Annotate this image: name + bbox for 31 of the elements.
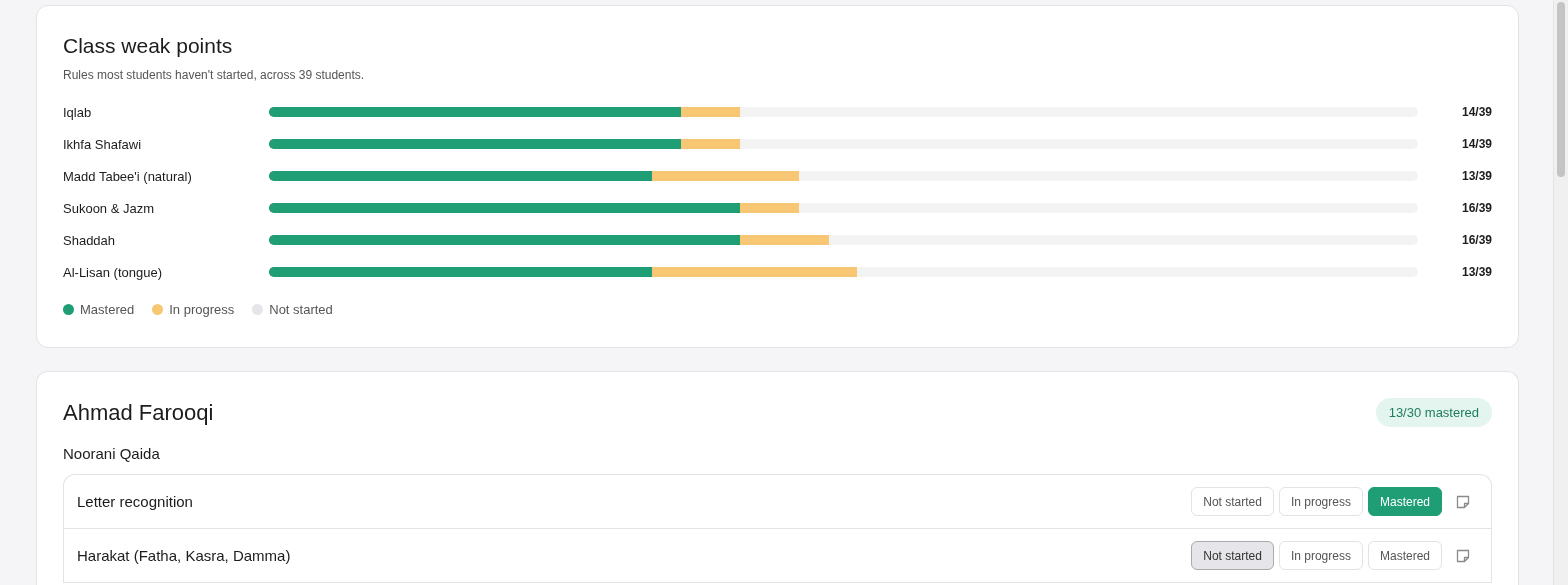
rule-count: 16/39 [1460, 201, 1492, 215]
note-icon[interactable] [1455, 493, 1471, 510]
legend-label: Not started [269, 302, 333, 317]
rule-name: Iqlab [63, 104, 93, 120]
rule-name: Madd Tabee'i (natural) [63, 168, 193, 184]
status-button[interactable]: Not started [1191, 541, 1274, 570]
rule-count: 14/39 [1460, 105, 1492, 119]
rule-count: 13/39 [1460, 169, 1492, 183]
rule-name: Al-Lisan (tongue) [63, 264, 163, 280]
status-button[interactable]: Mastered [1367, 541, 1442, 570]
legend-label: In progress [169, 302, 235, 317]
rule-count: 14/39 [1460, 137, 1492, 151]
card-subtitle: Rules most students haven't started, across 39 students. [63, 68, 366, 82]
rule-name: Shaddah [63, 232, 117, 248]
status-button[interactable]: In progress [1278, 541, 1363, 570]
note-icon[interactable] [1455, 547, 1471, 564]
rule-count: 16/39 [1460, 233, 1492, 247]
rule-name: Ikhfa Shafawi [63, 136, 143, 152]
rule-count: 13/39 [1460, 265, 1492, 279]
student-name: Ahmad Farooqi [63, 399, 214, 426]
mastered-badge: 13/30 mastered [1375, 398, 1492, 427]
rule-name: Sukoon & Jazm [63, 200, 156, 216]
lesson-name: Harakat (Fatha, Kasra, Damma) [77, 547, 291, 564]
lesson-name: Letter recognition [77, 493, 193, 510]
legend-label: Mastered [80, 302, 135, 317]
status-button[interactable]: In progress [1278, 487, 1363, 516]
status-button[interactable]: Not started [1191, 487, 1274, 516]
card-title: Class weak points [63, 34, 234, 58]
book-title: Noorani Qaida [63, 445, 161, 462]
scrollbar-thumb[interactable] [1557, 2, 1565, 177]
scrollbar[interactable] [1553, 0, 1568, 585]
